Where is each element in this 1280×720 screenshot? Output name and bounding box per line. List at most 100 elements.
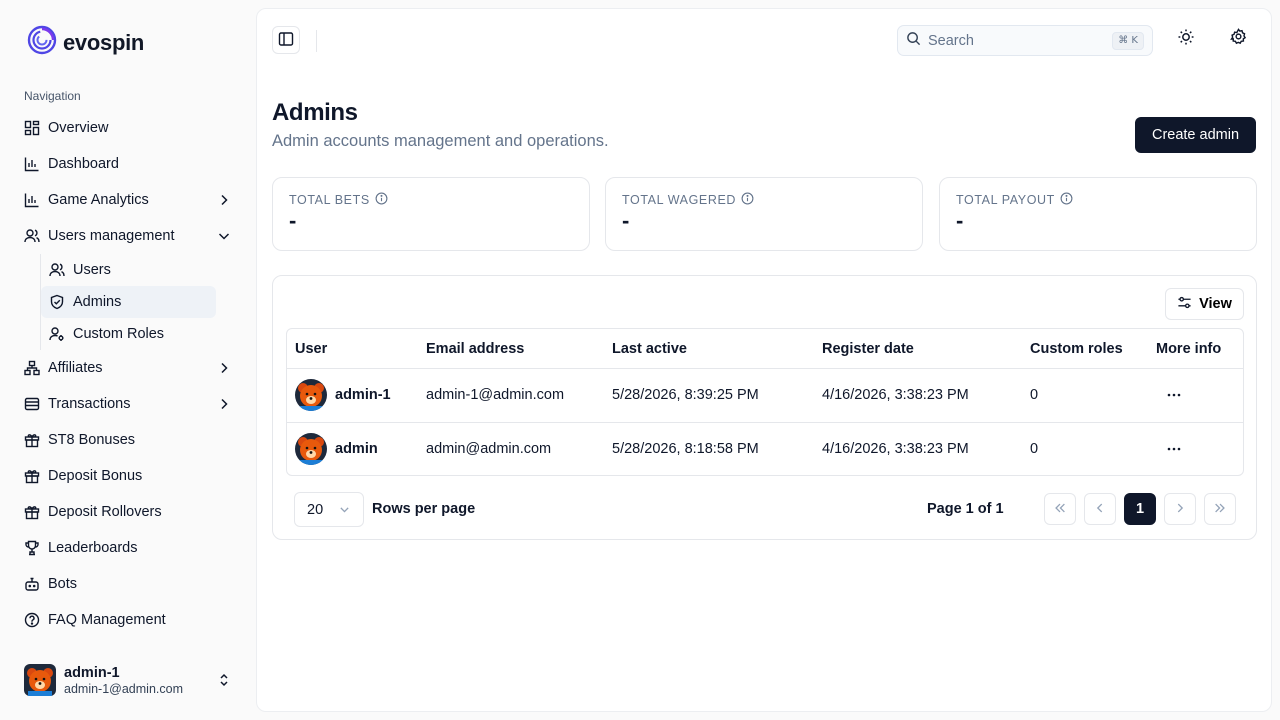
sidebar-item-overview[interactable]: Overview xyxy=(16,110,240,146)
column-header-register-date[interactable]: Register date xyxy=(822,341,914,357)
sidebar-item-label: Users management xyxy=(48,228,175,244)
shield-check-icon xyxy=(49,294,65,310)
stat-card-total-payout: TOTAL PAYOUT - xyxy=(939,177,1257,251)
next-page-button[interactable] xyxy=(1164,493,1196,525)
column-header-user[interactable]: User xyxy=(295,341,327,357)
page-button-current[interactable]: 1 xyxy=(1124,493,1156,525)
sidebar-subitem-custom-roles[interactable]: Custom Roles xyxy=(41,318,216,350)
stat-label-text: TOTAL BETS xyxy=(289,193,370,207)
sun-icon xyxy=(1177,28,1195,51)
search-placeholder: Search xyxy=(928,32,974,49)
email-cell: admin@admin.com xyxy=(426,441,552,457)
custom-roles-cell: 0 xyxy=(1030,387,1039,403)
page-info: Page 1 of 1 xyxy=(927,501,1004,517)
sidebar-item-users-management[interactable]: Users management xyxy=(16,218,240,254)
gift-icon xyxy=(24,504,40,520)
sidebar-item-game-analytics[interactable]: Game Analytics xyxy=(16,182,240,218)
sidebar: evospin Navigation Overview Dashboard Ga… xyxy=(0,0,256,720)
stat-label: TOTAL WAGERED xyxy=(622,192,754,208)
gear-icon xyxy=(1229,28,1247,50)
info-icon[interactable] xyxy=(1060,192,1073,208)
previous-page-button[interactable] xyxy=(1084,493,1116,525)
chevron-right-icon xyxy=(1173,501,1187,518)
gift-icon xyxy=(24,468,40,484)
column-header-email[interactable]: Email address xyxy=(426,341,524,357)
first-page-button[interactable] xyxy=(1044,493,1076,525)
stat-value: - xyxy=(289,208,297,233)
create-admin-button[interactable]: Create admin xyxy=(1135,117,1256,153)
user-name: admin xyxy=(335,441,378,457)
last-page-button[interactable] xyxy=(1204,493,1236,525)
stat-label-text: TOTAL WAGERED xyxy=(622,193,737,207)
sidebar-item-label: Dashboard xyxy=(48,156,119,172)
brand-logo[interactable]: evospin xyxy=(27,25,144,60)
sidebar-subitem-admins[interactable]: Admins xyxy=(41,286,216,318)
info-icon[interactable] xyxy=(741,192,754,208)
column-header-last-active[interactable]: Last active xyxy=(612,341,687,357)
user-menu[interactable]: admin-1 admin-1@admin.com xyxy=(24,664,240,696)
last-active-cell: 5/28/2026, 8:18:58 PM xyxy=(612,441,759,457)
sidebar-item-bots[interactable]: Bots xyxy=(16,566,240,602)
chevron-right-icon xyxy=(216,360,232,376)
settings-button[interactable] xyxy=(1228,28,1248,50)
sidebar-toggle-button[interactable] xyxy=(272,26,300,54)
view-options-button[interactable]: View xyxy=(1165,288,1244,320)
panel-left-icon xyxy=(278,31,294,50)
sidebar-item-transactions[interactable]: Transactions xyxy=(16,386,240,422)
view-label: View xyxy=(1199,296,1232,312)
table-row[interactable]: admin admin@admin.com 5/28/2026, 8:18:58… xyxy=(287,422,1243,475)
sidebar-item-label: Affiliates xyxy=(48,360,103,376)
search-shortcut: ⌘ K xyxy=(1112,32,1144,50)
register-date-cell: 4/16/2026, 3:38:23 PM xyxy=(822,387,969,403)
column-header-custom-roles[interactable]: Custom roles xyxy=(1030,341,1123,357)
user-email: admin-1@admin.com xyxy=(64,681,183,696)
chevrons-left-icon xyxy=(1053,501,1067,518)
chevron-right-icon xyxy=(216,192,232,208)
email-cell: admin-1@admin.com xyxy=(426,387,565,403)
sidebar-item-dashboard[interactable]: Dashboard xyxy=(16,146,240,182)
more-horizontal-icon[interactable] xyxy=(1165,440,1183,458)
sidebar-item-deposit-bonus[interactable]: Deposit Bonus xyxy=(16,458,240,494)
sidebar-item-label: Overview xyxy=(48,120,109,136)
sidebar-item-label: Leaderboards xyxy=(48,540,138,556)
stat-label: TOTAL BETS xyxy=(289,192,388,208)
avatar xyxy=(24,664,56,696)
info-icon[interactable] xyxy=(375,192,388,208)
sidebar-subitem-label: Admins xyxy=(73,294,122,310)
sidebar-item-affiliates[interactable]: Affiliates xyxy=(16,350,240,386)
sidebar-item-faq-management[interactable]: FAQ Management xyxy=(16,602,240,638)
table-header: User Email address Last active Register … xyxy=(287,329,1243,369)
chevron-down-icon xyxy=(338,503,351,520)
stat-label-text: TOTAL PAYOUT xyxy=(956,193,1055,207)
sidebar-item-label: ST8 Bonuses xyxy=(48,432,136,448)
page-subtitle: Admin accounts management and operations… xyxy=(272,132,609,150)
sidebar-item-st8-bonuses[interactable]: ST8 Bonuses xyxy=(16,422,240,458)
sidebar-nav: Overview Dashboard Game Analytics Users … xyxy=(16,110,240,638)
topbar-divider xyxy=(316,30,317,52)
stat-label: TOTAL PAYOUT xyxy=(956,192,1073,208)
rows-per-page-label: Rows per page xyxy=(372,501,476,517)
rows-per-page-select[interactable]: 20 xyxy=(294,492,364,527)
bot-icon xyxy=(24,576,40,592)
user-name: admin-1 xyxy=(335,387,391,403)
bar-chart-icon xyxy=(24,192,40,208)
wallet-icon xyxy=(24,396,40,412)
theme-toggle-button[interactable] xyxy=(1176,29,1196,49)
brand-name: evospin xyxy=(63,29,145,55)
table-row[interactable]: admin-1 admin-1@admin.com 5/28/2026, 8:3… xyxy=(287,369,1243,422)
user-name: admin-1 xyxy=(64,664,120,681)
sidebar-subitem-users[interactable]: Users xyxy=(41,254,216,286)
avatar xyxy=(295,433,327,465)
nav-heading: Navigation xyxy=(24,89,81,103)
more-horizontal-icon[interactable] xyxy=(1165,386,1183,404)
sidebar-item-leaderboards[interactable]: Leaderboards xyxy=(16,530,240,566)
register-date-cell: 4/16/2026, 3:38:23 PM xyxy=(822,441,969,457)
search-input[interactable]: Search ⌘ K xyxy=(897,25,1153,56)
sidebar-item-label: Deposit Rollovers xyxy=(48,504,162,520)
main-panel: Search ⌘ K Admins Admin accounts managem… xyxy=(256,8,1272,712)
sidebar-item-label: Bots xyxy=(48,576,78,592)
chevron-right-icon xyxy=(216,396,232,412)
gift-icon xyxy=(24,432,40,448)
stat-value: - xyxy=(622,208,630,233)
sidebar-item-deposit-rollovers[interactable]: Deposit Rollovers xyxy=(16,494,240,530)
